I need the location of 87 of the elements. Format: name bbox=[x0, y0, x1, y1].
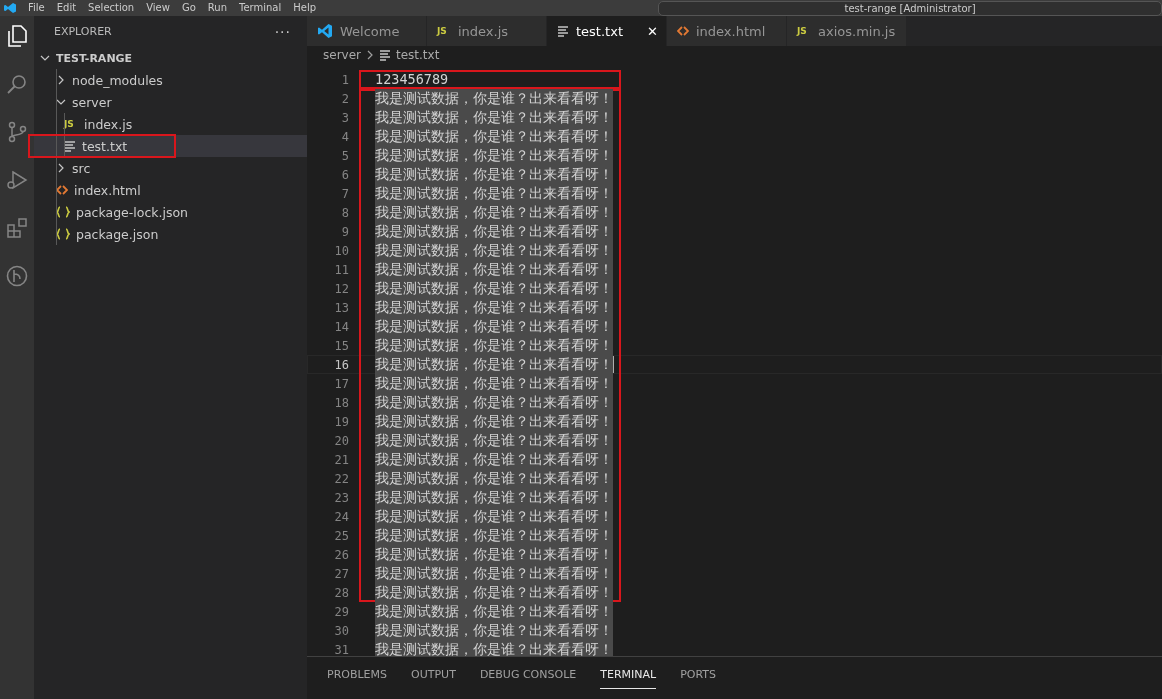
close-button[interactable]: ✕ bbox=[647, 23, 658, 39]
menu-item[interactable]: Edit bbox=[56, 1, 77, 15]
file-tree-item[interactable]: server bbox=[34, 91, 307, 113]
line-number: 7 bbox=[340, 186, 349, 201]
file-tree-item[interactable]: index.html bbox=[34, 179, 307, 201]
line-number: 30 bbox=[333, 623, 349, 638]
line-number: 31 bbox=[333, 642, 349, 656]
menu-item[interactable]: Selection bbox=[88, 1, 135, 15]
editor-tab[interactable]: Welcome bbox=[307, 16, 427, 46]
more-actions-button[interactable]: ··· bbox=[274, 23, 291, 40]
file-tree-item[interactable]: test.txt bbox=[34, 135, 307, 157]
editor-logo-icon bbox=[317, 23, 333, 39]
line-number: 25 bbox=[333, 528, 349, 543]
curly-braces-icon bbox=[56, 206, 70, 218]
chevron-icon[interactable] bbox=[56, 163, 66, 173]
editor-tab[interactable]: JS axios.min.js bbox=[787, 16, 907, 46]
line-number: 19 bbox=[333, 414, 349, 429]
line-number: 4 bbox=[340, 129, 349, 144]
javascript-file-icon: JS bbox=[437, 26, 451, 36]
line-number: 21 bbox=[333, 452, 349, 467]
graph-icon[interactable] bbox=[5, 264, 29, 288]
line-number: 9 bbox=[340, 224, 349, 239]
menu-item[interactable]: Go bbox=[181, 1, 196, 15]
menu-item[interactable]: View bbox=[146, 1, 170, 15]
panel-tab[interactable]: PROBLEMS bbox=[327, 665, 388, 689]
line-number: 10 bbox=[333, 243, 349, 258]
text-file-icon bbox=[379, 49, 391, 61]
breadcrumb-item[interactable]: test.txt bbox=[396, 48, 440, 62]
line-number: 23 bbox=[333, 490, 349, 505]
menu-item[interactable]: Run bbox=[207, 1, 227, 15]
line-number: 22 bbox=[333, 471, 349, 486]
line-number: 2 bbox=[340, 91, 349, 106]
text-file-icon bbox=[64, 140, 76, 152]
line-number: 16 bbox=[333, 357, 349, 372]
line-number: 11 bbox=[333, 262, 349, 277]
file-tree-item[interactable]: node_modules bbox=[34, 69, 307, 91]
tree-root[interactable]: TEST-RANGE bbox=[34, 47, 307, 69]
line-number: 12 bbox=[333, 281, 349, 296]
line-number: 8 bbox=[340, 205, 349, 220]
line-number: 29 bbox=[333, 604, 349, 619]
text-cursor bbox=[613, 356, 614, 373]
line-number: 5 bbox=[340, 148, 349, 163]
line-number: 27 bbox=[333, 566, 349, 581]
code-line: 123456789 bbox=[375, 70, 449, 89]
file-tree-item[interactable]: package.json bbox=[34, 223, 307, 245]
line-number: 17 bbox=[333, 376, 349, 391]
menu-item[interactable]: File bbox=[28, 1, 45, 15]
breadcrumb-item[interactable]: server bbox=[323, 48, 361, 62]
panel-tab[interactable]: TERMINAL bbox=[600, 665, 657, 689]
menu-item[interactable]: Terminal bbox=[239, 1, 282, 15]
command-center[interactable]: test-range [Administrator] bbox=[658, 0, 1162, 16]
line-number: 1 bbox=[340, 72, 349, 87]
line-number: 26 bbox=[333, 547, 349, 562]
line-number: 13 bbox=[333, 300, 349, 315]
editor-tab[interactable]: JS index.js bbox=[427, 16, 547, 46]
editor-tab[interactable]: index.html bbox=[667, 16, 787, 46]
app-logo-icon bbox=[4, 3, 16, 13]
line-number: 15 bbox=[333, 338, 349, 353]
file-tree-item[interactable]: package-lock.json bbox=[34, 201, 307, 223]
text-file-icon bbox=[557, 25, 569, 37]
code-brackets-icon bbox=[56, 184, 68, 196]
panel-tab[interactable]: DEBUG CONSOLE bbox=[479, 665, 577, 689]
search-icon[interactable] bbox=[5, 72, 29, 96]
panel-tab[interactable]: PORTS bbox=[680, 665, 716, 689]
code-brackets-icon bbox=[677, 25, 689, 37]
chevron-icon bbox=[366, 50, 374, 60]
line-number: 14 bbox=[333, 319, 349, 334]
javascript-file-icon: JS bbox=[797, 26, 811, 36]
folder-name: TEST-RANGE bbox=[56, 51, 133, 65]
blocks-icon[interactable] bbox=[5, 216, 29, 240]
curly-braces-icon bbox=[56, 228, 70, 240]
editor-tab[interactable]: test.txt ✕ bbox=[547, 16, 667, 46]
menu-item[interactable]: Help bbox=[293, 1, 317, 15]
play-bug-icon[interactable] bbox=[5, 168, 29, 192]
line-number: 28 bbox=[333, 585, 349, 600]
files-icon[interactable] bbox=[5, 24, 29, 48]
chevron-icon[interactable] bbox=[56, 97, 66, 107]
panel-tab[interactable]: OUTPUT bbox=[411, 665, 456, 689]
panel-title: EXPLORER bbox=[54, 25, 112, 38]
line-number: 3 bbox=[340, 110, 349, 125]
line-number: 6 bbox=[340, 167, 349, 182]
line-number: 18 bbox=[333, 395, 349, 410]
chevron-icon[interactable] bbox=[40, 53, 50, 63]
chevron-icon[interactable] bbox=[56, 75, 66, 85]
line-number: 24 bbox=[333, 509, 349, 524]
line-number: 20 bbox=[333, 433, 349, 448]
file-tree-item[interactable]: src bbox=[34, 157, 307, 179]
